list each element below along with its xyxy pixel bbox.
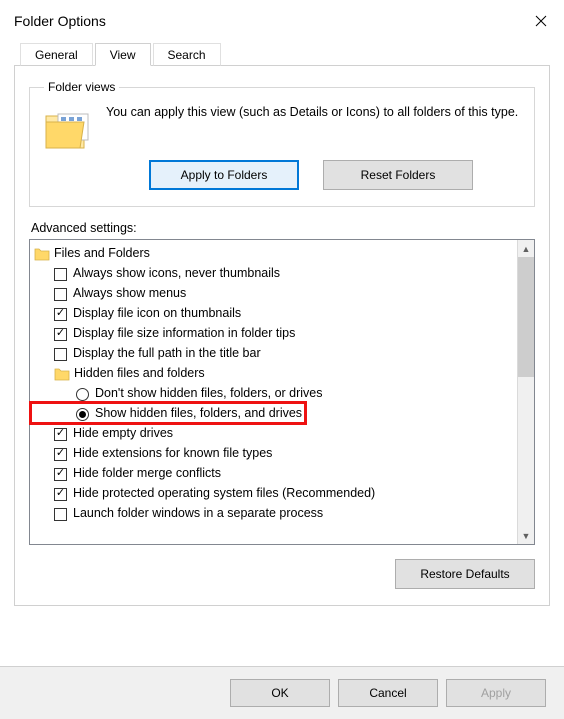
tab-strip: General View Search [0,42,564,66]
checkbox-icon [54,448,67,461]
tree-label: Launch folder windows in a separate proc… [73,504,323,523]
restore-defaults-button[interactable]: Restore Defaults [395,559,535,589]
view-panel: Folder views You can apply this view (su… [14,66,550,606]
tree-checkbox-item[interactable]: Hide folder merge conflicts [32,464,515,484]
tree-checkbox-item[interactable]: Display file icon on thumbnails [32,304,515,324]
tree-label: Display file icon on thumbnails [73,304,241,323]
tree-label: Files and Folders [54,244,150,263]
scroll-up-icon[interactable]: ▲ [518,240,534,257]
checkbox-icon [54,428,67,441]
tree-label: Show hidden files, folders, and drives [95,404,302,423]
checkbox-icon [54,288,67,301]
tree-checkbox-item[interactable]: Always show icons, never thumbnails [32,264,515,284]
reset-folders-button[interactable]: Reset Folders [323,160,473,190]
folder-icon [54,367,70,381]
tab-view[interactable]: View [95,43,151,66]
tree-checkbox-item[interactable]: Hide protected operating system files (R… [32,484,515,504]
checkbox-icon [54,468,67,481]
tree-label: Don't show hidden files, folders, or dri… [95,384,323,403]
folder-views-text: You can apply this view (such as Details… [106,104,518,150]
scroll-down-icon[interactable]: ▼ [518,527,534,544]
window-title: Folder Options [14,13,106,29]
apply-to-folders-button[interactable]: Apply to Folders [149,160,299,190]
tree-label: Hide empty drives [73,424,173,443]
scrollbar[interactable]: ▲ ▼ [517,240,534,544]
close-button[interactable] [518,6,564,36]
tree-label: Hide protected operating system files (R… [73,484,375,503]
dialog-button-bar: OK Cancel Apply [0,666,564,719]
checkbox-icon [54,508,67,521]
tree-radio-item[interactable]: Don't show hidden files, folders, or dri… [32,384,515,404]
tree-checkbox-item[interactable]: Display file size information in folder … [32,324,515,344]
tree-label: Hidden files and folders [74,364,205,383]
advanced-settings-label: Advanced settings: [31,221,535,235]
tree-folder-root[interactable]: Files and Folders [32,244,515,264]
titlebar: Folder Options [0,0,564,42]
ok-button[interactable]: OK [230,679,330,707]
scroll-track[interactable] [518,257,534,527]
folder-icon [34,247,50,261]
tree-folder[interactable]: Hidden files and folders [32,364,515,384]
tree-label: Always show menus [73,284,186,303]
tree-label: Hide folder merge conflicts [73,464,221,483]
advanced-settings-tree: Files and FoldersAlways show icons, neve… [29,239,535,545]
radio-icon [76,408,89,421]
tree-label: Display the full path in the title bar [73,344,261,363]
folder-views-group: Folder views You can apply this view (su… [29,80,535,207]
tree-checkbox-item[interactable]: Hide empty drives [32,424,515,444]
tree-label: Display file size information in folder … [73,324,295,343]
checkbox-icon [54,308,67,321]
tab-general[interactable]: General [20,43,93,66]
tree-label: Hide extensions for known file types [73,444,272,463]
tree-checkbox-item[interactable]: Launch folder windows in a separate proc… [32,504,515,524]
tab-search[interactable]: Search [153,43,221,66]
checkbox-icon [54,328,67,341]
checkbox-icon [54,348,67,361]
tree-checkbox-item[interactable]: Display the full path in the title bar [32,344,515,364]
apply-button[interactable]: Apply [446,679,546,707]
checkbox-icon [54,268,67,281]
folder-views-legend: Folder views [44,80,119,94]
checkbox-icon [54,488,67,501]
tree-checkbox-item[interactable]: Hide extensions for known file types [32,444,515,464]
tree-label: Always show icons, never thumbnails [73,264,280,283]
folder-views-icon [44,108,92,150]
cancel-button[interactable]: Cancel [338,679,438,707]
scroll-thumb[interactable] [518,257,534,377]
close-icon [535,15,547,27]
tree-radio-item[interactable]: Show hidden files, folders, and drives [32,404,515,424]
tree-checkbox-item[interactable]: Always show menus [32,284,515,304]
radio-icon [76,388,89,401]
